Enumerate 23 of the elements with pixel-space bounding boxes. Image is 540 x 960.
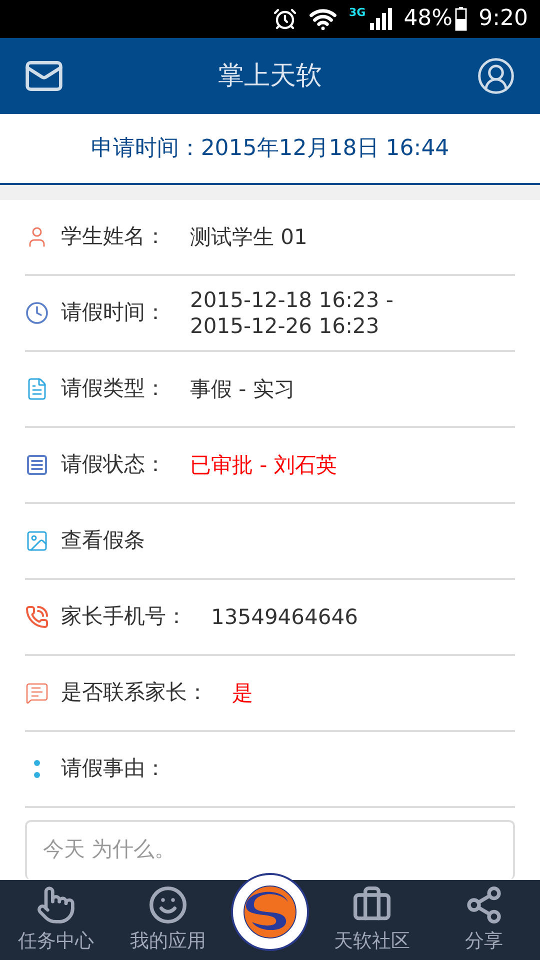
clock-time: 9:20 — [478, 8, 528, 30]
field-label: 请假状态： — [61, 451, 166, 478]
nav-tab[interactable]: 天软社区 — [322, 880, 422, 960]
field-value: 2015-12-18 16:23 - 2015-12-26 16:23 — [190, 287, 394, 339]
field-label: 请假类型： — [61, 375, 166, 402]
field-label: 是否联系家长： — [61, 679, 208, 706]
nav-tab[interactable]: 我的应用 — [118, 880, 218, 960]
field-value: 是 — [232, 680, 253, 706]
battery-percentage: 48% — [404, 8, 453, 30]
application-time: 申请时间：2015年12月18日 16:44 — [90, 135, 450, 163]
nav-tab[interactable]: 分享 — [434, 880, 534, 960]
network-type: 3G — [349, 7, 366, 18]
field-label: 请假事由： — [61, 755, 166, 782]
field-label: 请假时间： — [61, 299, 166, 326]
field-label: 查看假条 — [61, 527, 145, 554]
field-label: 学生姓名： — [61, 223, 166, 250]
field-value: 事假 - 实习 — [190, 376, 295, 402]
nav-tab[interactable]: 任务中心 — [6, 880, 106, 960]
field-value: 测试学生 01 — [190, 224, 308, 250]
field-label: 家长手机号： — [61, 603, 187, 630]
field-value: 13549464646 — [211, 604, 358, 630]
app-title: 掌上天软 — [218, 60, 322, 92]
field-value: 已审批 - 刘石英 — [190, 452, 337, 478]
